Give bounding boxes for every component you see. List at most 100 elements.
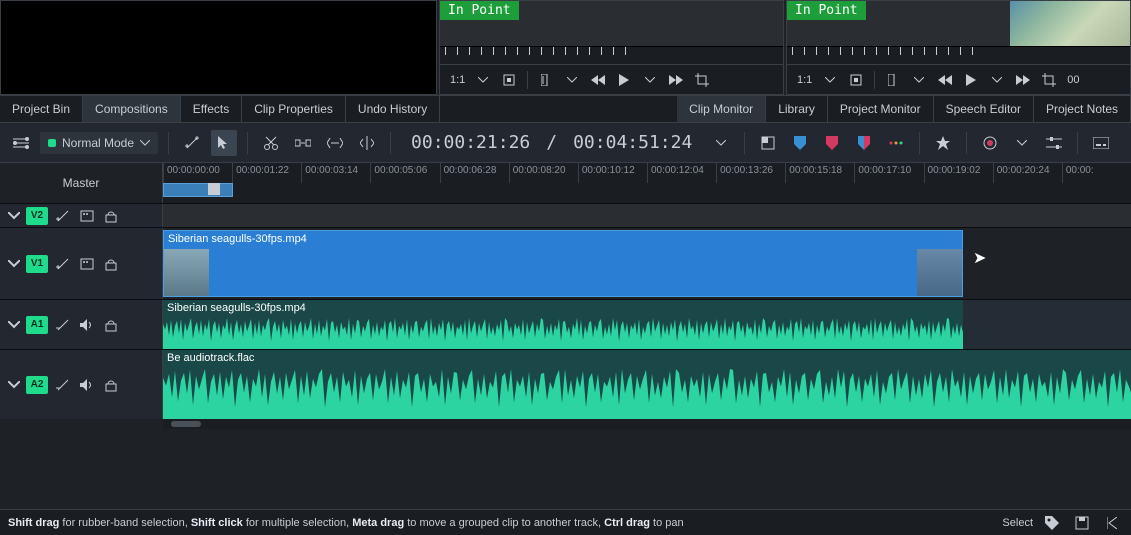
track-body-v2[interactable] <box>163 204 1131 227</box>
track-body-a2[interactable]: Be audiotrack.flac <box>163 350 1131 419</box>
project-monitor-ruler[interactable] <box>787 46 1130 64</box>
timeline-zone[interactable] <box>163 183 233 197</box>
save-icon[interactable] <box>1071 512 1093 534</box>
play-icon[interactable] <box>612 68 636 92</box>
slip-tool-icon[interactable] <box>322 130 348 156</box>
effects-icon[interactable] <box>54 376 72 394</box>
track-header-a1[interactable]: A1 <box>0 300 163 349</box>
tab-undo-history[interactable]: Undo History <box>346 96 440 122</box>
timecode-dropdown-icon[interactable] <box>708 130 734 156</box>
mute-icon[interactable] <box>78 376 96 394</box>
mix-icon[interactable] <box>755 130 781 156</box>
timeline-ruler[interactable]: 00:00:00:00 00:00:01:22 00:00:03:14 00:0… <box>163 163 1131 203</box>
tag-icon[interactable] <box>1041 512 1063 534</box>
collapse-icon[interactable] <box>8 381 20 389</box>
visible-icon[interactable] <box>78 255 96 273</box>
tab-project-bin[interactable]: Project Bin <box>0 96 83 122</box>
selection-tool-icon[interactable] <box>211 130 237 156</box>
marker-in-icon[interactable] <box>534 68 558 92</box>
insert-marker-split-icon[interactable] <box>851 130 877 156</box>
track-label-v2[interactable]: V2 <box>26 207 48 225</box>
cursor-icon: ➤ <box>973 248 986 268</box>
visible-icon[interactable] <box>78 207 96 225</box>
playhead[interactable] <box>208 183 220 195</box>
tab-compositions[interactable]: Compositions <box>83 96 181 122</box>
razor-tool-icon[interactable] <box>258 130 284 156</box>
forward-icon[interactable] <box>1011 68 1035 92</box>
ruler-tick: 00:00:10:12 <box>578 163 647 183</box>
audio-clip[interactable]: Siberian seagulls-30fps.mp4 <box>163 300 963 349</box>
play-dropdown-icon[interactable] <box>985 68 1009 92</box>
sliders-icon[interactable] <box>1041 130 1067 156</box>
tab-clip-properties[interactable]: Clip Properties <box>242 96 346 122</box>
crop-icon[interactable] <box>1037 68 1061 92</box>
play-icon[interactable] <box>959 68 983 92</box>
timeline-position[interactable]: 00:00:21:26 <box>401 132 540 153</box>
track-header-a2[interactable]: A2 <box>0 350 163 419</box>
dots-icon[interactable] <box>883 130 909 156</box>
options-dropdown-icon[interactable] <box>560 68 584 92</box>
set-zone-icon[interactable] <box>497 68 521 92</box>
options-dropdown-icon[interactable] <box>907 68 931 92</box>
ruler-tick: 00:00:00:00 <box>163 163 232 183</box>
track-label-v1[interactable]: V1 <box>26 255 48 273</box>
tab-project-notes[interactable]: Project Notes <box>1034 96 1131 122</box>
mute-icon[interactable] <box>78 316 96 334</box>
clip-title: Siberian seagulls-30fps.mp4 <box>164 231 962 247</box>
favorite-icon[interactable] <box>930 130 956 156</box>
insert-marker-blue-icon[interactable] <box>787 130 813 156</box>
settings-toggle-icon[interactable] <box>8 130 34 156</box>
track-header-v2[interactable]: V2 <box>0 204 163 227</box>
track-label-a2[interactable]: A2 <box>26 376 48 394</box>
prev-status-icon[interactable] <box>1101 512 1123 534</box>
record-dropdown-icon[interactable] <box>1009 130 1035 156</box>
clip-monitor-ruler[interactable] <box>440 46 783 64</box>
tab-speech-editor[interactable]: Speech Editor <box>934 96 1034 122</box>
tab-effects[interactable]: Effects <box>181 96 242 122</box>
rewind-icon[interactable] <box>933 68 957 92</box>
set-zone-icon[interactable] <box>844 68 868 92</box>
clip-monitor-canvas[interactable]: In Point <box>440 1 783 46</box>
ripple-tool-icon[interactable] <box>354 130 380 156</box>
audio-clip[interactable]: Be audiotrack.flac <box>163 350 1131 419</box>
zoom-dropdown-icon[interactable] <box>471 68 495 92</box>
edit-mode-select[interactable]: Normal Mode <box>40 132 158 154</box>
tab-library[interactable]: Library <box>766 96 828 122</box>
zoom-ratio[interactable]: 1:1 <box>446 74 469 86</box>
lock-icon[interactable] <box>102 207 120 225</box>
insert-marker-red-icon[interactable] <box>819 130 845 156</box>
effects-icon[interactable] <box>54 316 72 334</box>
zoom-dropdown-icon[interactable] <box>818 68 842 92</box>
ruler-tick: 00:00:08:20 <box>509 163 578 183</box>
collapse-icon[interactable] <box>8 321 20 329</box>
play-dropdown-icon[interactable] <box>638 68 662 92</box>
collapse-icon[interactable] <box>8 260 20 268</box>
timeline-scrollbar[interactable] <box>163 419 1131 429</box>
forward-icon[interactable] <box>664 68 688 92</box>
ruler-tick: 00:00:13:26 <box>716 163 785 183</box>
tab-clip-monitor[interactable]: Clip Monitor <box>677 96 766 122</box>
lock-icon[interactable] <box>102 255 120 273</box>
lock-icon[interactable] <box>102 376 120 394</box>
ruler-tick: 00:00:15:18 <box>785 163 854 183</box>
subtitle-icon[interactable] <box>1088 130 1114 156</box>
record-icon[interactable] <box>977 130 1003 156</box>
track-body-a1[interactable]: Siberian seagulls-30fps.mp4 <box>163 300 1131 349</box>
project-monitor-canvas[interactable]: In Point <box>787 1 1130 46</box>
effects-icon[interactable] <box>54 255 72 273</box>
master-label[interactable]: Master <box>0 163 163 203</box>
video-clip[interactable]: Siberian seagulls-30fps.mp4 <box>163 230 963 297</box>
zoom-ratio[interactable]: 1:1 <box>793 74 816 86</box>
lock-icon[interactable] <box>102 316 120 334</box>
collapse-icon[interactable] <box>8 212 20 220</box>
crop-icon[interactable] <box>690 68 714 92</box>
track-body-v1[interactable]: Siberian seagulls-30fps.mp4 ➤ <box>163 228 1131 299</box>
track-header-v1[interactable]: V1 <box>0 228 163 299</box>
marker-in-icon[interactable] <box>881 68 905 92</box>
tab-project-monitor[interactable]: Project Monitor <box>828 96 934 122</box>
effects-icon[interactable] <box>54 207 72 225</box>
rewind-icon[interactable] <box>586 68 610 92</box>
wand-icon[interactable] <box>179 130 205 156</box>
spacer-tool-icon[interactable] <box>290 130 316 156</box>
track-label-a1[interactable]: A1 <box>26 316 48 334</box>
